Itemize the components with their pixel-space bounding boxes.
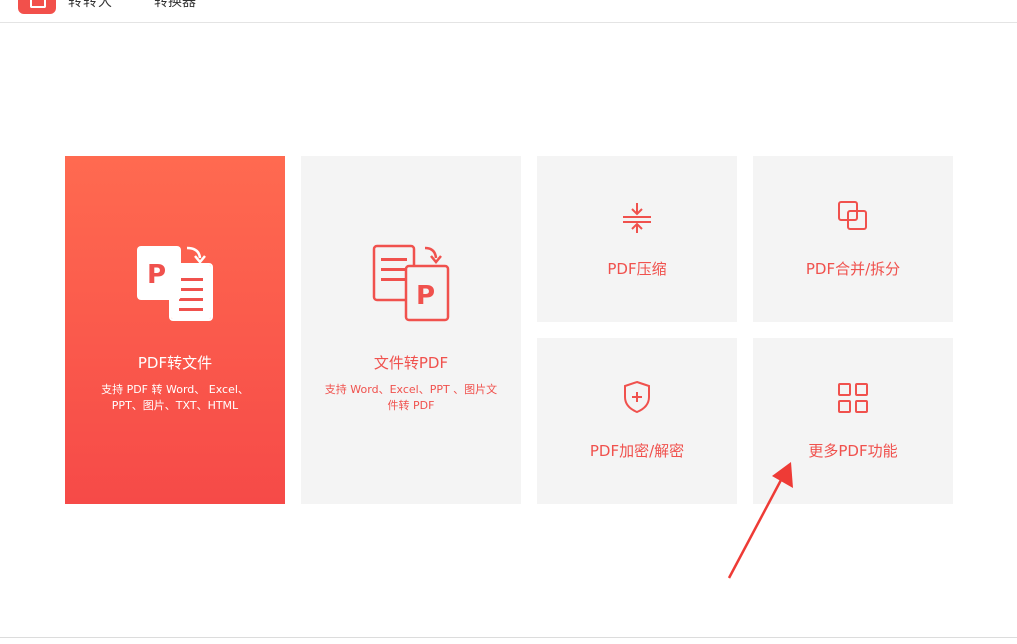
pdf-to-file-icon: P — [137, 246, 213, 321]
file-to-pdf-card[interactable]: P 文件转PDF 支持 Word、Excel、PPT 、图片文件转 PDF — [301, 156, 521, 504]
app-subtitle: 转换器 — [154, 0, 196, 10]
svg-text:P: P — [147, 260, 166, 290]
user-icon[interactable] — [812, 0, 848, 2]
pdf-merge-split-card[interactable]: PDF合并/拆分 — [753, 156, 953, 322]
pdf-compress-card[interactable]: PDF压缩 — [537, 156, 737, 322]
more-pdf-features-card[interactable]: 更多PDF功能 — [753, 338, 953, 504]
card-title: 更多PDF功能 — [808, 442, 898, 460]
svg-text:P: P — [416, 281, 435, 311]
bottom-divider — [0, 637, 1017, 638]
active-tab-indicator-icon[interactable] — [724, 0, 760, 2]
card-title: PDF转文件 — [137, 354, 213, 372]
title-bar: 转转大 转换器 — [0, 0, 1017, 23]
app-name: 转转大 — [68, 0, 113, 10]
encrypt-shield-icon — [624, 380, 650, 414]
menu-icon[interactable] — [670, 0, 688, 2]
merge-split-icon — [838, 201, 867, 230]
window-controls-icon[interactable] — [870, 0, 900, 2]
card-title: PDF加密/解密 — [589, 442, 685, 460]
app-logo-icon — [18, 0, 56, 14]
card-description: 支持 PDF 转 Word、 Excel、PPT、图片、TXT、HTML — [101, 383, 249, 412]
file-to-pdf-icon: P — [372, 244, 450, 322]
card-description: 支持 Word、Excel、PPT 、图片文件转 PDF — [324, 383, 498, 412]
compress-icon — [623, 203, 651, 233]
pdf-encrypt-card[interactable]: PDF加密/解密 — [537, 338, 737, 504]
pdf-to-file-card[interactable]: P PDF转文件 支持 PDF 转 Word、 Excel、PPT、图片、TXT… — [65, 156, 285, 504]
card-title: PDF压缩 — [607, 260, 667, 278]
card-title: PDF合并/拆分 — [805, 260, 901, 278]
card-title: 文件转PDF — [373, 354, 449, 372]
more-grid-icon — [838, 383, 868, 413]
